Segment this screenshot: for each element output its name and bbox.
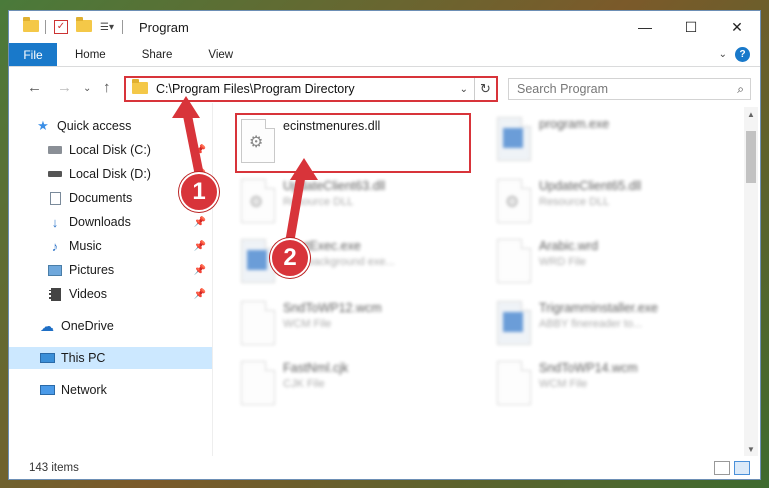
file-item[interactable]: FastNml.cjk CJK File xyxy=(237,357,473,417)
forward-arrow-icon[interactable]: → xyxy=(57,79,72,96)
close-button[interactable]: ✕ xyxy=(714,11,760,43)
callout-badge-1: 1 xyxy=(179,172,219,212)
ribbon-right: ⌄ ? xyxy=(719,47,750,62)
file-item[interactable]: SndToWP14.wcm WCM File xyxy=(493,357,729,417)
document-file-icon xyxy=(497,361,531,405)
pin-icon[interactable]: 📌 xyxy=(194,265,206,276)
documents-icon xyxy=(47,191,63,205)
file-item[interactable]: SndToWP12.wcm WCM File xyxy=(237,297,473,357)
star-icon: ★ xyxy=(37,118,49,133)
videos-icon xyxy=(47,287,63,301)
help-icon[interactable]: ? xyxy=(735,47,750,62)
exe-file-icon xyxy=(497,117,531,161)
recent-locations-icon[interactable]: ⌄ xyxy=(83,83,91,94)
tab-file[interactable]: File xyxy=(9,43,57,66)
search-icon: ⌕ xyxy=(737,82,744,96)
up-arrow-icon[interactable]: ↑ xyxy=(103,79,111,96)
pane-divider[interactable] xyxy=(212,103,213,456)
tab-view[interactable]: View xyxy=(190,43,251,66)
download-icon: ↓ xyxy=(51,214,59,230)
folder-icon xyxy=(132,78,148,97)
chevron-down-icon[interactable]: ⌄ xyxy=(719,49,727,60)
chevron-down-icon[interactable]: ⌄ xyxy=(460,84,468,95)
back-arrow-icon[interactable]: ← xyxy=(27,79,42,96)
scroll-down-icon[interactable]: ▼ xyxy=(744,442,758,456)
refresh-icon[interactable]: ↻ xyxy=(474,78,496,100)
document-file-icon xyxy=(241,301,275,345)
pin-icon[interactable]: 📌 xyxy=(194,145,206,156)
sidebar-item-local-disk-c[interactable]: Local Disk (C:) 📌 xyxy=(9,139,212,161)
network-icon xyxy=(39,383,55,397)
sidebar-item-this-pc[interactable]: This PC xyxy=(9,347,212,369)
pictures-icon xyxy=(47,263,63,277)
tab-share[interactable]: Share xyxy=(124,43,191,66)
large-icons-view-icon[interactable] xyxy=(734,461,750,475)
explorer-window: ✓ ☰▾ Program — ☐ ✕ File Home Share View … xyxy=(8,10,761,480)
document-file-icon xyxy=(241,361,275,405)
document-file-icon xyxy=(497,239,531,283)
pc-icon xyxy=(39,351,55,365)
search-placeholder: Search Program xyxy=(517,82,609,96)
exe-file-icon xyxy=(497,301,531,345)
sidebar-item-network[interactable]: Network xyxy=(9,379,212,401)
navigation-pane: ★ Quick access Local Disk (C:) 📌 Local D… xyxy=(9,111,212,456)
tab-home[interactable]: Home xyxy=(57,43,124,66)
title-bar: ✓ ☰▾ Program — ☐ ✕ xyxy=(9,11,760,43)
file-item[interactable]: program.exe xyxy=(493,113,729,173)
divider xyxy=(121,20,123,34)
search-input[interactable]: Search Program ⌕ xyxy=(508,78,751,100)
folder-icon xyxy=(23,17,39,34)
item-count: 143 items xyxy=(29,462,79,474)
sidebar-item-music[interactable]: ♪ Music 📌 xyxy=(9,235,212,257)
file-list: ecinstmenures.dll program.exe UpdateClie… xyxy=(219,107,749,456)
divider xyxy=(45,20,46,34)
sidebar-item-downloads[interactable]: ↓ Downloads 📌 xyxy=(9,211,212,233)
drive-icon xyxy=(47,143,63,157)
window-title: Program xyxy=(138,19,189,35)
file-name: ecinstmenures.dll xyxy=(283,119,381,133)
scroll-thumb[interactable] xyxy=(746,131,756,183)
pin-icon[interactable]: 📌 xyxy=(194,241,206,252)
address-path[interactable]: C:\Program Files\Program Directory xyxy=(156,82,460,96)
window-controls: — ☐ ✕ xyxy=(622,11,760,43)
new-folder-icon[interactable] xyxy=(76,16,92,35)
file-item[interactable]: UpdateClient63.dllResource DLL xyxy=(237,175,473,235)
details-view-icon[interactable] xyxy=(714,461,730,475)
maximize-button[interactable]: ☐ xyxy=(668,11,714,43)
music-icon: ♪ xyxy=(51,238,59,254)
sidebar-item-videos[interactable]: Videos 📌 xyxy=(9,283,212,305)
file-item[interactable]: UpdateClient65.dllResource DLL xyxy=(493,175,729,235)
callout-badge-2: 2 xyxy=(270,238,310,278)
scroll-up-icon[interactable]: ▲ xyxy=(744,107,758,121)
drive-icon xyxy=(47,167,63,181)
properties-icon[interactable]: ✓ xyxy=(54,20,68,34)
sidebar-item-pictures[interactable]: Pictures 📌 xyxy=(9,259,212,281)
file-item[interactable]: Trigramminstaller.exe ABBY finereader to.… xyxy=(493,297,729,357)
pin-icon[interactable]: 📌 xyxy=(194,217,206,228)
view-switcher xyxy=(714,461,750,475)
sidebar-item-onedrive[interactable]: ☁ OneDrive xyxy=(9,315,212,337)
dll-file-icon xyxy=(497,179,531,223)
dll-file-icon xyxy=(241,179,275,223)
address-row: ← → ⌄ ↑ C:\Program Files\Program Directo… xyxy=(9,73,760,103)
vertical-scrollbar[interactable]: ▲ ▼ xyxy=(744,107,758,456)
file-item[interactable]: Arabic.wrd WRD File xyxy=(493,235,729,295)
ribbon-tabs: File Home Share View ⌄ ? xyxy=(9,43,760,67)
cloud-icon: ☁ xyxy=(40,317,54,334)
customize-qat-icon[interactable]: ☰▾ xyxy=(100,22,114,33)
address-bar[interactable]: C:\Program Files\Program Directory ⌄ ↻ xyxy=(124,76,498,102)
status-bar: 143 items xyxy=(9,456,760,480)
dll-file-icon xyxy=(241,119,275,163)
sidebar-item-quick-access[interactable]: ★ Quick access xyxy=(9,115,212,137)
minimize-button[interactable]: — xyxy=(622,11,668,43)
file-item-ecinstmenures-dll[interactable]: ecinstmenures.dll xyxy=(235,113,471,173)
pin-icon[interactable]: 📌 xyxy=(194,289,206,300)
